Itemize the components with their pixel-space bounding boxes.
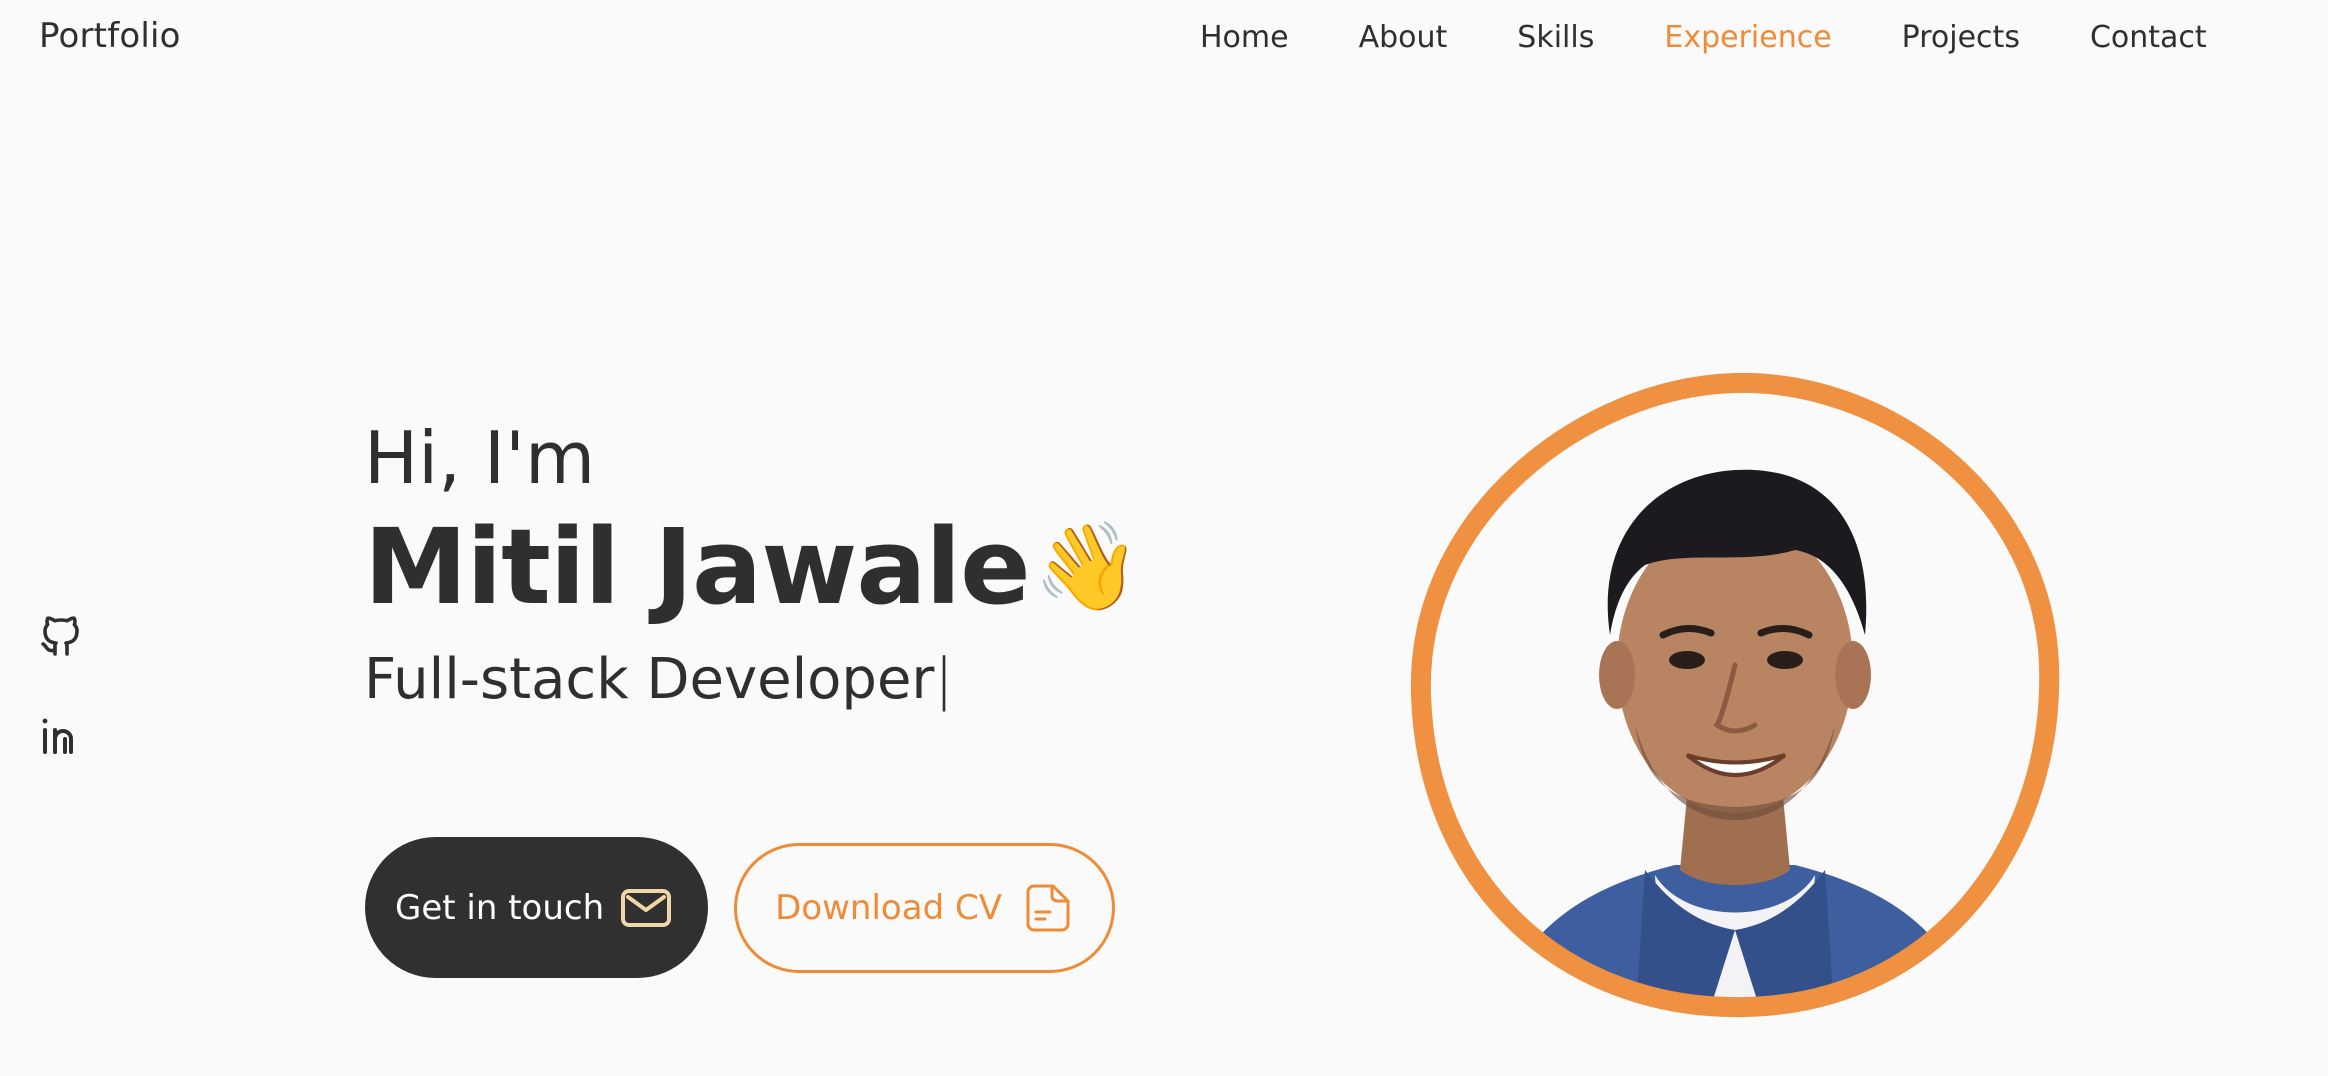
waving-hand-icon: 👋 xyxy=(1033,517,1141,617)
main-nav: Home About Skills Experience Projects Co… xyxy=(1200,18,2277,58)
nav-home[interactable]: Home xyxy=(1200,18,1289,58)
linkedin-link[interactable] xyxy=(37,712,85,760)
typing-cursor: | xyxy=(934,647,954,712)
linkedin-icon xyxy=(42,718,73,754)
get-in-touch-button[interactable]: Get in touch xyxy=(365,837,709,978)
github-link[interactable] xyxy=(37,612,85,660)
hero-greeting: Hi, I'm xyxy=(364,416,596,500)
hero-name-row: Mitil Jawale 👋 xyxy=(364,507,1141,627)
envelope-icon xyxy=(621,888,672,927)
nav-projects[interactable]: Projects xyxy=(1902,18,2020,58)
hero-actions: Get in touch Download CV xyxy=(365,837,1115,978)
portfolio-page: Portfolio Home About Skills Experience P… xyxy=(0,0,2328,1076)
profile-photo xyxy=(1405,365,2065,1025)
github-icon xyxy=(41,616,79,656)
profile-photo-illustration xyxy=(1410,372,2060,1018)
hero-role-text: Full-stack Developer xyxy=(364,647,935,712)
get-in-touch-label: Get in touch xyxy=(395,887,605,928)
document-icon xyxy=(1026,884,1070,931)
hero-intro: Hi, I'm Mitil Jawale 👋 Full-stack Develo… xyxy=(364,415,1141,715)
nav-about[interactable]: About xyxy=(1359,18,1448,58)
nav-contact[interactable]: Contact xyxy=(2090,18,2207,58)
hero-name: Mitil Jawale xyxy=(364,506,1031,628)
brand-logo[interactable]: Portfolio xyxy=(39,16,181,56)
download-cv-button[interactable]: Download CV xyxy=(734,842,1115,973)
social-links xyxy=(37,612,85,760)
download-cv-label: Download CV xyxy=(775,887,1002,928)
nav-experience[interactable]: Experience xyxy=(1664,18,1831,58)
nav-skills[interactable]: Skills xyxy=(1517,18,1594,58)
hero-role: Full-stack Developer| xyxy=(364,645,1141,715)
